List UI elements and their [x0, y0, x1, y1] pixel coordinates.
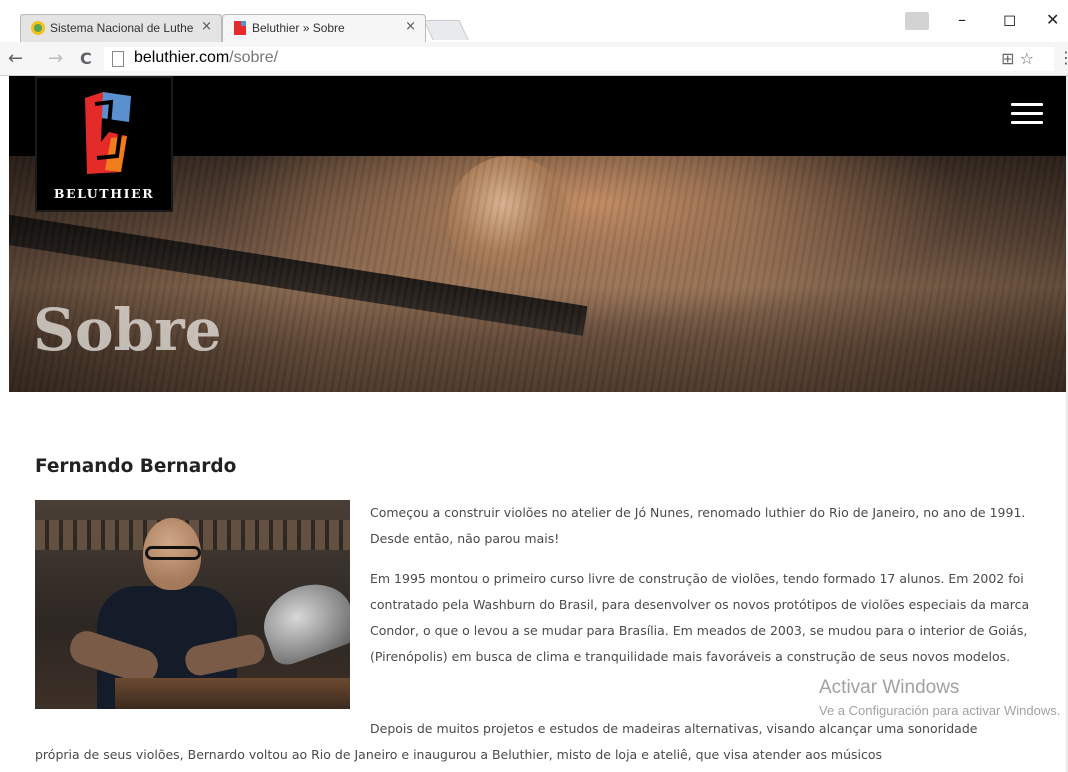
page-icon	[112, 51, 124, 67]
photo-glasses	[145, 546, 201, 560]
close-window-button[interactable]: ✕	[1046, 10, 1059, 29]
menu-hamburger-icon[interactable]	[1011, 103, 1043, 125]
tab-sistema-nacional[interactable]: Sistema Nacional de Luthe ×	[20, 14, 222, 42]
omnibox-actions: ⊞ ☆	[1001, 49, 1034, 68]
close-icon[interactable]: ×	[405, 19, 416, 34]
paragraph: Começou a construir violões no atelier d…	[370, 505, 1026, 546]
browser-toolbar: ← → C beluthier.com/sobre/ ⊞ ☆ ⋮	[0, 42, 1068, 76]
minimize-button[interactable]: –	[958, 10, 966, 29]
url-path: /sobre/	[229, 49, 279, 66]
watermark-subtitle: Ve a Configuración para activar Windows.	[819, 703, 1061, 718]
paragraph: Em 1995 montou o primeiro curso livre de…	[370, 571, 1030, 664]
browser-titlebar: Sistema Nacional de Luthe × Beluthier » …	[0, 0, 1068, 42]
page-title: Sobre	[33, 296, 222, 364]
tab-beluthier-sobre[interactable]: Beluthier » Sobre ×	[222, 14, 426, 42]
section-heading: Fernando Bernardo	[35, 456, 237, 477]
maximize-button[interactable]: ◻	[1003, 10, 1016, 29]
site-logo[interactable]: BELUTHIER	[35, 76, 173, 212]
beluthier-logo-icon	[85, 92, 131, 174]
bookmark-star-icon[interactable]: ☆	[1020, 49, 1034, 68]
globe-icon	[31, 21, 45, 35]
photo-workbench	[115, 678, 350, 709]
translate-icon[interactable]: ⊞	[1001, 49, 1014, 68]
address-bar[interactable]: beluthier.com/sobre/ ⊞ ☆	[104, 47, 1054, 71]
tab-title: Beluthier » Sobre	[252, 21, 345, 35]
paragraph: Depois de muitos projetos e estudos de m…	[370, 721, 978, 736]
close-icon[interactable]: ×	[201, 19, 212, 34]
browser-menu-icon[interactable]: ⋮	[1058, 48, 1068, 67]
logo-wordmark: BELUTHIER	[53, 186, 155, 201]
windows-activation-watermark: Activar Windows Ve a Configuración para …	[819, 677, 1060, 718]
back-button[interactable]: ←	[8, 48, 23, 69]
portrait-photo	[35, 500, 350, 709]
profile-button[interactable]	[905, 12, 929, 30]
url-text[interactable]: beluthier.com/sobre/	[134, 49, 278, 67]
watermark-title: Activar Windows	[819, 677, 960, 698]
new-tab-button[interactable]	[423, 20, 469, 40]
tab-title: Sistema Nacional de Luthe	[50, 21, 194, 35]
reload-button[interactable]: C	[80, 49, 92, 68]
forward-button[interactable]: →	[48, 48, 63, 69]
photo-lamp	[253, 572, 350, 670]
beluthier-favicon-icon	[234, 21, 246, 35]
paragraph: própria de seus violões, Bernardo voltou…	[35, 747, 883, 762]
url-host: beluthier.com	[134, 49, 230, 66]
